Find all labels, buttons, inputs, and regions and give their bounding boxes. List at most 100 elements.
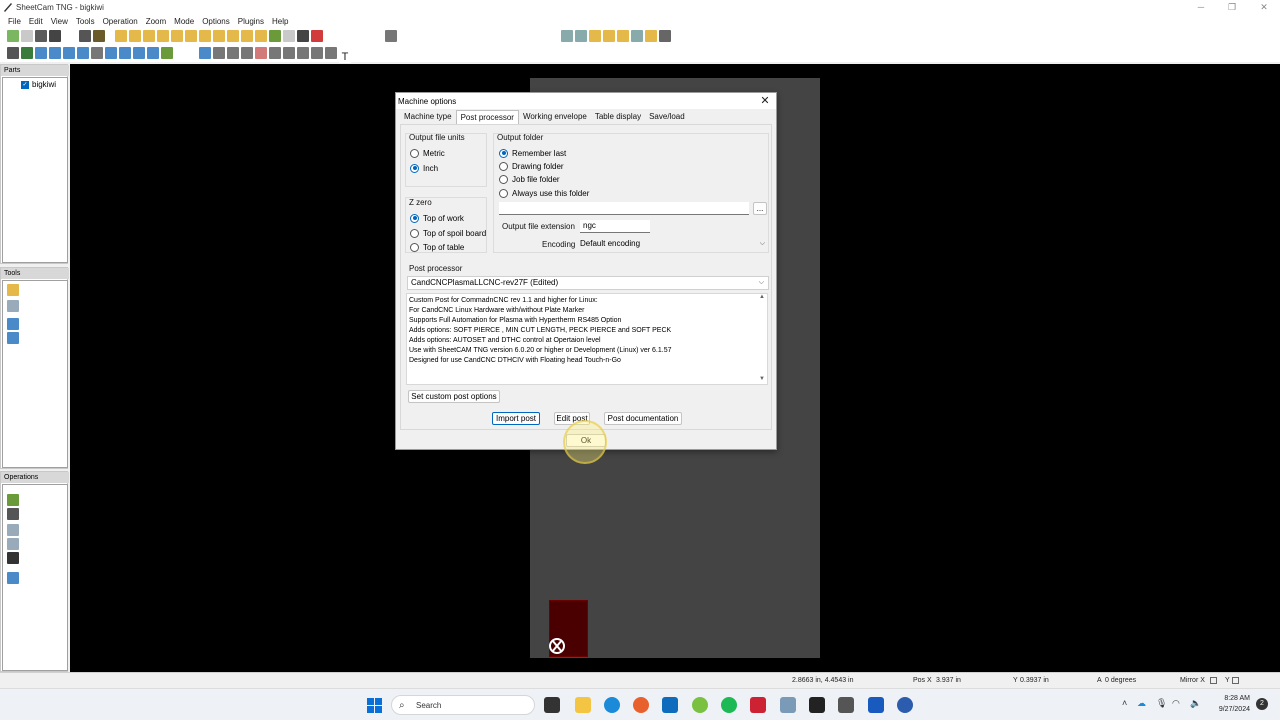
radio-remember-last-circle[interactable] [499,148,508,158]
op-j-icon[interactable] [241,30,253,42]
close-window-icon[interactable]: ✕ [1249,0,1279,15]
menu-file[interactable]: File [4,15,25,28]
undo-icon[interactable] [385,30,397,42]
op-h-icon[interactable] [213,30,225,42]
scroll-down-icon[interactable]: ▼ [759,376,765,382]
menu-edit[interactable]: Edit [25,15,47,28]
radio-inch[interactable]: Inch [410,162,438,174]
spotify-icon[interactable] [721,697,737,713]
zoom-all-icon[interactable] [645,30,657,42]
snap-icon[interactable] [297,47,309,59]
onedrive-icon[interactable]: ☁ [1137,698,1146,709]
op-list-b-icon[interactable] [7,508,19,520]
post-icon[interactable] [93,30,105,42]
radio-inch-circle[interactable] [410,163,419,173]
encoding-select[interactable]: Default encoding ⌵ [577,238,769,252]
tool-table-icon[interactable] [7,318,19,330]
pan-icon[interactable] [659,30,671,42]
tab-table-display[interactable]: Table display [591,110,645,124]
radio-top-of-work[interactable]: Top of work [410,212,464,224]
radio-spoil-board-circle[interactable] [410,228,419,238]
radio-always-use-folder[interactable]: Always use this folder [499,187,589,199]
move-icon[interactable] [227,47,239,59]
mode-e-icon[interactable] [63,47,75,59]
radio-job-file-folder[interactable]: Job file folder [499,173,560,185]
mode-l-icon[interactable] [161,47,173,59]
tab-machine-type[interactable]: Machine type [400,110,456,124]
mode-i-icon[interactable] [119,47,131,59]
menu-plugins[interactable]: Plugins [234,15,268,28]
radio-metric-circle[interactable] [410,148,419,158]
zoom-out-icon[interactable] [575,30,587,42]
wifi-icon[interactable]: ◠ [1172,698,1180,709]
op-f-icon[interactable] [185,30,197,42]
mode-b-icon[interactable] [21,47,33,59]
app-pen-icon[interactable] [750,697,766,713]
mode-j-icon[interactable] [133,47,145,59]
print-icon[interactable] [49,30,61,42]
parts-item-bigkiwi[interactable]: ✓ bigkiwi [21,80,56,89]
post-processor-select[interactable]: CandCNCPlasmaLLCNC-rev27F (Edited) ⌵ [407,276,769,290]
radio-top-of-work-circle[interactable] [410,213,419,223]
op-m-icon[interactable] [283,30,295,42]
zoom-sheet-icon[interactable] [617,30,629,42]
maximize-icon[interactable]: ❐ [1217,0,1247,15]
radio-metric[interactable]: Metric [410,147,445,159]
op-n-icon[interactable] [297,30,309,42]
mode-c-icon[interactable] [35,47,47,59]
rotate-icon[interactable] [241,47,253,59]
outlook-icon[interactable] [662,697,678,713]
mode-f-icon[interactable] [77,47,89,59]
select-icon[interactable] [199,47,211,59]
zoom-window-icon[interactable] [631,30,643,42]
start-point-icon[interactable] [255,47,267,59]
checkbox-checked-icon[interactable]: ✓ [21,80,29,89]
app-inkscape-icon[interactable] [809,697,825,713]
node-icon[interactable] [213,47,225,59]
menu-options[interactable]: Options [198,15,234,28]
notifications-icon[interactable]: 2 [1256,698,1268,710]
op-list-e-icon[interactable] [7,552,19,564]
radio-drawing-folder-circle[interactable] [499,161,508,171]
zoom-fit-icon[interactable] [589,30,601,42]
extension-input[interactable]: ngc [580,220,650,233]
op-a-icon[interactable] [115,30,127,42]
clock-time[interactable]: 8:28 AM [1210,695,1250,702]
tab-working-envelope[interactable]: Working envelope [519,110,591,124]
microphone-icon[interactable]: 🎙 [1156,698,1167,709]
menu-zoom[interactable]: Zoom [142,15,170,28]
op-list-a-icon[interactable] [7,494,19,506]
description-scrollbar[interactable]: ▲ ▼ [757,294,767,384]
radio-top-of-spoil-board[interactable]: Top of spoil board [410,227,486,239]
taskbar-search-box[interactable]: ⌕ Search [391,695,535,715]
tool-table2-icon[interactable] [7,332,19,344]
radio-top-of-table[interactable]: Top of table [410,241,464,253]
app-chart-icon[interactable] [780,697,796,713]
op-c-icon[interactable] [143,30,155,42]
zoom-in-icon[interactable] [561,30,573,42]
op-e-icon[interactable] [171,30,183,42]
mode-k-icon[interactable] [147,47,159,59]
mode-g-icon[interactable] [91,47,103,59]
chevron-up-icon[interactable]: ˄ [1122,698,1127,708]
post-description[interactable]: Custom Post for CommadnCNC rev 1.1 and h… [406,293,768,385]
mode-d-icon[interactable] [49,47,61,59]
speaker-icon[interactable]: 🔈 [1190,698,1201,709]
mirror-x-checkbox[interactable] [1210,677,1217,684]
op-i-icon[interactable] [227,30,239,42]
op-k-icon[interactable] [255,30,267,42]
op-g-icon[interactable] [199,30,211,42]
minimize-icon[interactable]: ─ [1186,0,1216,15]
scroll-up-icon[interactable]: ▲ [759,294,765,300]
app-blue-icon[interactable] [897,697,913,713]
zoom-part-icon[interactable] [603,30,615,42]
menu-tools[interactable]: Tools [72,15,99,28]
op-l-icon[interactable] [269,30,281,42]
open-icon[interactable] [21,30,33,42]
op-list-table-icon[interactable] [7,572,19,584]
frame-icon[interactable] [325,47,337,59]
radio-remember-last[interactable]: Remember last [499,147,566,159]
post-documentation-button[interactable]: Post documentation [604,412,682,425]
radio-job-file-folder-circle[interactable] [499,174,508,184]
sheetcam-task-icon[interactable] [838,697,854,713]
